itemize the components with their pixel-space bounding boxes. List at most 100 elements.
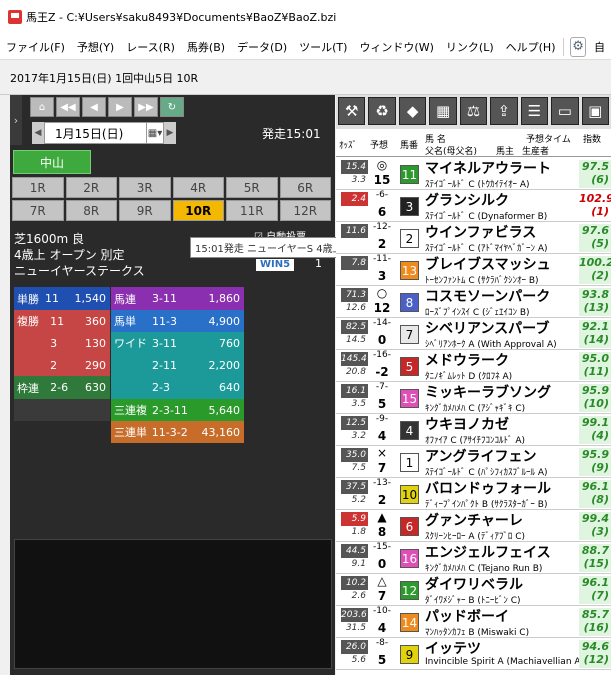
horse-row[interactable]: 26.0 5.6 -8- 5 9 イッテツ Invincible Spirit A (Mac… — [336, 638, 611, 670]
date-next-icon[interactable]: ▶ — [164, 122, 176, 144]
home-icon[interactable]: ⌂ — [30, 97, 54, 117]
race-button-1r[interactable]: 1R — [12, 177, 64, 198]
grid-icon[interactable]: ▦ — [429, 97, 457, 125]
prediction-mark[interactable]: -14- — [370, 318, 394, 334]
race-button-6r[interactable]: 6R — [279, 177, 331, 198]
list-icon[interactable]: ☰ — [520, 97, 549, 125]
prediction-mark[interactable]: -15- — [370, 542, 394, 558]
prediction-mark[interactable]: × — [370, 446, 394, 462]
horse-row[interactable]: 35.0 7.5 × 7 1 アングライフェン ｽﾃｲｺﾞｰﾙﾄﾞ C (ﾊﾟｼﾌｨｶｽﾌﾞ… — [336, 446, 611, 478]
race-button-5r[interactable]: 5R — [226, 177, 278, 198]
race-button-11r[interactable]: 11R — [226, 200, 278, 221]
prediction-mark[interactable]: -10- — [370, 606, 394, 622]
horse-name[interactable]: ウインファビラス — [425, 222, 536, 241]
prediction-mark[interactable]: ▲ — [370, 510, 394, 526]
fast-forward-icon[interactable]: ▶▶ — [134, 97, 158, 117]
horse-name[interactable]: パッドボーイ — [425, 606, 509, 625]
shapes-icon[interactable]: ◆ — [398, 97, 427, 125]
back-icon[interactable]: ◀ — [82, 97, 106, 117]
horse-row[interactable]: 5.9 1.8 ▲ 8 6 グァンチャーレ ｽｸﾘｰﾝﾋｰﾛｰ A (ﾃﾞｨｱﾌﾞﾛ C) 9… — [336, 510, 611, 542]
pedigree: ｼﾍﾞﾘｱﾝﾎｰｸ A (With Approval A) — [425, 340, 557, 350]
race-button-7r[interactable]: 7R — [12, 200, 64, 221]
prediction-mark[interactable]: -16- — [370, 350, 394, 366]
horse-row[interactable]: 16.1 3.5 -7- 5 15 ミッキーラブソング ｷﾝｸﾞｶﾒﾊﾒﾊ C (ｱｼﾞｬｷ… — [336, 382, 611, 414]
odds-sub: 5.2 — [341, 495, 368, 508]
layout-icon[interactable]: ▣ — [581, 97, 609, 125]
forward-icon[interactable]: ▶ — [108, 97, 132, 117]
prediction-mark[interactable]: -12- — [370, 222, 394, 238]
horse-name[interactable]: イッテツ — [425, 638, 481, 657]
prediction-mark[interactable]: ◎ — [370, 158, 394, 174]
horse-name[interactable]: アングライフェン — [425, 446, 536, 465]
horse-name[interactable]: ミッキーラブソング — [425, 382, 551, 401]
horse-row[interactable]: 71.3 12.6 ○ 12 8 コスモソーンパーク ﾛｰｽﾞﾌﾟｲﾝｽｲ C (ｼﾞｪｴｲ… — [336, 286, 611, 318]
menu-help[interactable]: ヘルプ(H) — [500, 39, 562, 55]
race-button-12r[interactable]: 12R — [279, 200, 331, 221]
menu-window[interactable]: ウィンドウ(W) — [353, 39, 439, 55]
menu-race[interactable]: レース(R) — [120, 39, 181, 55]
horse-name[interactable]: グランシルク — [425, 190, 509, 209]
race-button-10r[interactable]: 10R — [172, 200, 224, 221]
prediction-mark[interactable]: -8- — [370, 638, 394, 654]
horse-row[interactable]: 12.5 3.2 -9- 4 4 ウキヨノカゼ ｵﾌｧｲｱ C (ｱｻｲﾁﾌｺﾝｺﾙﾄﾞ A… — [336, 414, 611, 446]
prediction-mark[interactable]: ○ — [370, 286, 394, 302]
horse-row[interactable]: 203.6 31.5 -10- 4 14 パッドボーイ ﾏﾝﾊｯﾀﾝｶﾌｪ B (Miswa… — [336, 606, 611, 638]
window-title: 馬王Z - C:¥Users¥saku8493¥Documents¥BaoZ¥B… — [26, 11, 337, 24]
venue-tab[interactable]: 中山 — [13, 150, 91, 174]
menu-ticket[interactable]: 馬券(B) — [181, 39, 231, 55]
collapse-panel-chevron-icon[interactable]: › — [10, 95, 22, 145]
race-header: 2017年1月15日(日) 1回中山5日 10R — [10, 71, 199, 85]
menu-link[interactable]: リンク(L) — [440, 39, 500, 55]
prediction-mark[interactable]: -13- — [370, 478, 394, 494]
menu-tools[interactable]: ツール(T) — [293, 39, 353, 55]
horse-name[interactable]: ウキヨノカゼ — [425, 414, 509, 433]
date-picker[interactable]: ◀ 1月15日(日) ▦▾ ▶ — [32, 122, 176, 144]
horse-row[interactable]: 15.4 3.3 ◎ 15 11 マイネルアウラート ｽﾃｲｺﾞｰﾙﾄﾞ C (ﾄｳｶｲﾃｲ… — [336, 158, 611, 190]
horse-name[interactable]: バロンドゥフォール — [425, 478, 551, 497]
menu-data[interactable]: データ(D) — [231, 39, 293, 55]
scale-icon[interactable]: ⚖ — [459, 97, 488, 125]
menu-file[interactable]: ファイル(F) — [0, 39, 71, 55]
horse-name[interactable]: グァンチャーレ — [425, 510, 523, 529]
horse-name[interactable]: ダイワリベラル — [425, 574, 523, 593]
horse-name[interactable]: シベリアンスパーブ — [425, 318, 549, 337]
prediction-mark[interactable]: -7- — [370, 382, 394, 398]
horse-row[interactable]: 82.5 14.5 -14- 0 7 シベリアンスパーブ ｼﾍﾞﾘｱﾝﾎｰｸ A (With… — [336, 318, 611, 350]
horse-name[interactable]: ブレイブスマッシュ — [425, 254, 551, 273]
race-button-9r[interactable]: 9R — [119, 200, 171, 221]
horse-row[interactable]: 44.5 9.1 -15- 0 16 エンジェルフェイス ｷﾝｸﾞｶﾒﾊﾒﾊ C (Teja… — [336, 542, 611, 574]
fast-back-icon[interactable]: ◀◀ — [56, 97, 80, 117]
date-value[interactable]: 1月15日(日) — [44, 122, 147, 144]
horse-name[interactable]: コスモソーンパーク — [425, 286, 550, 305]
horse-row[interactable]: 11.6 -12- 2 2 ウインファビラス ｽﾃｲｺﾞｰﾙﾄﾞ C (ｱﾄﾞﾏｲﾔﾍﾞｶ… — [336, 222, 611, 254]
time-rank: (12) — [583, 653, 609, 666]
horse-row[interactable]: 37.5 5.2 -13- 2 10 バロンドゥフォール ﾃﾞｨｰﾌﾟｲﾝﾊﾟｸﾄ B (ｻ… — [336, 478, 611, 510]
prediction-score: 6 — [377, 205, 387, 219]
horse-name[interactable]: メドウラーク — [425, 350, 509, 369]
menu-predict[interactable]: 予想(Y) — [71, 39, 120, 55]
calendar-icon[interactable]: ▦▾ — [147, 122, 164, 144]
refresh-icon[interactable]: ↻ — [160, 97, 184, 117]
horse-row[interactable]: 2.4 -6- 6 3 グランシルク ｽﾃｲｺﾞｰﾙﾄﾞ C (Dynaformer B)… — [336, 190, 611, 222]
horse-name[interactable]: エンジェルフェイス — [425, 542, 551, 561]
horse-row[interactable]: 145.4 20.8 -16- -2 5 メドウラーク ﾀﾆﾉｷﾞﾑﾚｯﾄ D (ｸﾛﾌﾈ … — [336, 350, 611, 382]
upload-icon[interactable]: ⇪ — [490, 97, 518, 125]
menu-extra[interactable]: 自 — [588, 39, 611, 55]
tools-icon[interactable]: ⚒ — [338, 97, 366, 125]
prediction-mark[interactable]: -6- — [370, 190, 394, 206]
horse-name[interactable]: マイネルアウラート — [425, 158, 551, 177]
race-button-3r[interactable]: 3R — [119, 177, 171, 198]
race-button-8r[interactable]: 8R — [65, 200, 117, 221]
window-icon[interactable]: ▭ — [551, 97, 579, 125]
race-button-2r[interactable]: 2R — [65, 177, 117, 198]
header-time: 予想タイム — [526, 135, 571, 145]
prediction-mark[interactable]: -11- — [370, 254, 394, 270]
prediction-mark[interactable]: -9- — [370, 414, 394, 430]
horse-row[interactable]: 10.2 2.6 △ 7 12 ダイワリベラル ﾀﾞｲﾜﾒｼﾞｬｰ B (ﾄﾆｰﾋﾞﾝ C)… — [336, 574, 611, 606]
prediction-mark[interactable]: △ — [370, 574, 394, 590]
settings-gear-icon[interactable]: ⚙ — [570, 36, 586, 57]
date-prev-icon[interactable]: ◀ — [32, 122, 44, 144]
recycle-icon[interactable]: ♻ — [368, 97, 396, 125]
race-button-4r[interactable]: 4R — [172, 177, 224, 198]
horse-row[interactable]: 7.8 -11- 3 13 ブレイブスマッシュ ﾄｰｾﾝﾌｧﾝﾄﾑ C (ｻｸﾗﾊﾞｸｼﾝ… — [336, 254, 611, 286]
